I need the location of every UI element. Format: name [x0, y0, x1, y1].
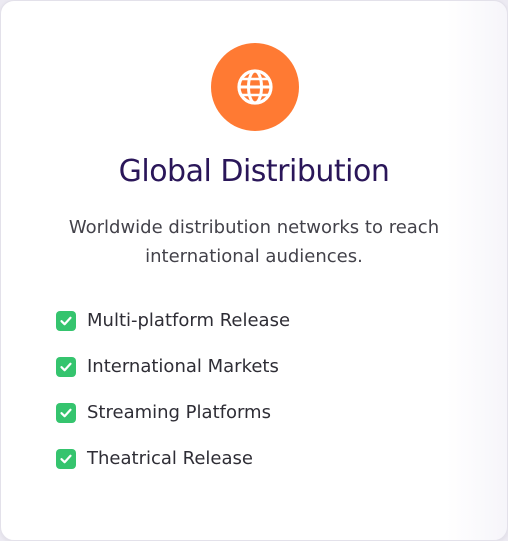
feature-item: International Markets	[56, 353, 290, 380]
check-icon	[56, 402, 76, 423]
check-icon	[56, 356, 76, 377]
feature-label: Multi-platform Release	[87, 310, 291, 331]
check-icon	[56, 448, 76, 469]
feature-list: Multi-platform Release International Mar…	[56, 307, 290, 491]
card-title: Global Distribution	[118, 154, 390, 189]
feature-label: Theatrical Release	[87, 448, 253, 469]
card-description: Worldwide distribution networks to reach…	[68, 217, 440, 267]
feature-item: Multi-platform Release	[56, 307, 290, 334]
check-icon	[56, 310, 76, 331]
globe-icon	[237, 69, 273, 105]
feature-item: Theatrical Release	[56, 445, 290, 472]
feature-label: Streaming Platforms	[87, 402, 271, 423]
service-card: Global Distribution Worldwide distributi…	[0, 0, 508, 541]
feature-label: International Markets	[87, 356, 279, 377]
feature-item: Streaming Platforms	[56, 399, 290, 426]
icon-badge	[211, 43, 299, 131]
